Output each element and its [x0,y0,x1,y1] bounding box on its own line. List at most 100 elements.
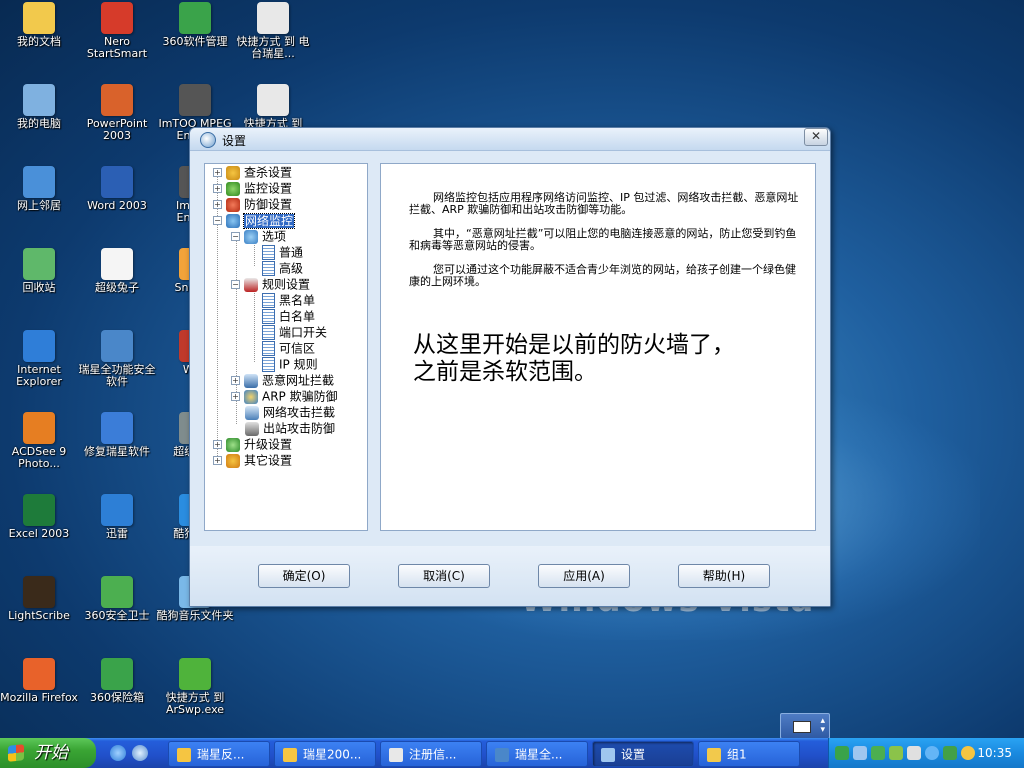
tray-360-icon[interactable] [835,746,849,760]
network-places-icon [23,166,55,198]
tree-item-outbound-attack[interactable]: 出站攻击防御 [245,420,335,436]
settings-icon [200,132,216,148]
ie-icon [23,330,55,362]
repair-rising-icon [101,412,133,444]
desktop-icon[interactable]: 我的文档 [0,2,78,48]
tray-safe-icon[interactable] [871,746,885,760]
dialog-titlebar[interactable]: 设置 ✕ [190,128,830,151]
desktop-icon[interactable]: LightScribe [0,576,78,622]
tray-ie-icon[interactable] [925,746,939,760]
taskbar-button[interactable]: 瑞星全... [486,741,588,767]
close-button[interactable]: ✕ [804,128,828,146]
tree-item-advanced[interactable]: 高级 [262,260,303,276]
thunder-icon [101,494,133,526]
taskbar-button[interactable]: 组1 [698,741,800,767]
collapse-icon[interactable]: − [231,232,240,241]
expand-icon[interactable]: + [231,376,240,385]
desktop-icon[interactable]: 瑞星全功能安全软件 [78,330,156,388]
expand-icon[interactable]: + [213,168,222,177]
language-bar[interactable]: ▴ ▾ [780,713,830,739]
document-icon [262,325,275,340]
tree-item-scan[interactable]: + 查杀设置 [213,164,292,180]
tree-item-network-monitor[interactable]: − 网络监控 [213,212,296,229]
collapse-icon[interactable]: − [231,280,240,289]
desktop-icon[interactable]: 修复瑞星软件 [78,412,156,458]
expand-icon[interactable]: + [213,184,222,193]
chevron-down-icon[interactable]: ▴ ▾ [820,717,825,735]
apply-button[interactable]: 应用(A) [538,564,630,588]
expand-icon[interactable]: + [231,392,240,401]
desktop-icon[interactable]: Mozilla Firefox [0,658,78,704]
tree-item-net-attack[interactable]: 网络攻击拦截 [245,404,335,420]
tray-rising-icon[interactable] [961,746,975,760]
taskbar-button[interactable]: 瑞星200... [274,741,376,767]
desktop-icon[interactable]: 网上邻居 [0,166,78,212]
desktop-icon[interactable]: 迅雷 [78,494,156,540]
show-desktop-icon[interactable] [132,745,148,761]
desktop-icon[interactable]: 360软件管理 [156,2,234,48]
ok-button[interactable]: 确定(O) [258,564,350,588]
desktop-icon[interactable]: Internet Explorer [0,330,78,388]
tree-item-options[interactable]: − 选项 [231,228,286,244]
tree-item-normal[interactable]: 普通 [262,244,303,260]
tree-item-arp-defense[interactable]: + ARP 欺骗防御 [231,388,338,404]
cancel-button[interactable]: 取消(C) [398,564,490,588]
desktop-icon-label: 回收站 [22,281,56,294]
desktop-icon[interactable]: Word 2003 [78,166,156,212]
taskbar: 开始 瑞星反... 瑞星200... 注册信... 瑞星全... 设置 组1 10:35 [0,738,1024,768]
desktop-icon[interactable]: Excel 2003 [0,494,78,540]
desktop-icon[interactable]: 回收站 [0,248,78,294]
desktop-icon[interactable]: 超级兔子 [78,248,156,294]
tree-item-other[interactable]: + 其它设置 [213,452,292,468]
keyboard-icon [793,721,811,733]
tree-item-upgrade[interactable]: + 升级设置 [213,436,292,452]
tray-network-icon[interactable] [853,746,867,760]
tray-umbrella-icon[interactable] [943,746,957,760]
system-tray: 10:35 [828,738,1024,768]
desktop-icon[interactable]: 快捷方式 到 电台瑞星... [234,2,312,60]
tree-item-defense[interactable]: + 防御设置 [213,196,292,212]
taskbar-button[interactable]: 瑞星反... [168,741,270,767]
collapse-icon[interactable]: − [213,216,222,225]
taskbar-button-label: 注册信... [409,747,457,762]
expand-icon[interactable]: + [213,456,222,465]
tree-item-blacklist[interactable]: 黑名单 [262,292,315,308]
gear-icon [244,229,258,244]
start-button[interactable]: 开始 [0,738,96,768]
tray-shield-icon[interactable] [889,746,903,760]
tree-item-port-switch[interactable]: 端口开关 [262,324,327,340]
expand-icon[interactable]: + [213,200,222,209]
360-safe-icon [101,576,133,608]
tree-item-malicious-url[interactable]: + 恶意网址拦截 [231,372,334,388]
desktop-icon[interactable]: 快捷方式 到 [234,84,312,130]
tree-item-ip-rules[interactable]: IP 规则 [262,356,318,372]
desktop-icon[interactable]: 我的电脑 [0,84,78,130]
desktop-icon[interactable]: 快捷方式 到 ArSwp.exe [156,658,234,716]
dialog-title: 设置 [222,134,247,148]
tree-item-trusted-zone[interactable]: 可信区 [262,340,315,356]
desktop-icon[interactable]: 360保险箱 [78,658,156,704]
excel-icon [23,494,55,526]
desktop-icon[interactable]: 360安全卫士 [78,576,156,622]
tray-printer-icon[interactable] [907,746,921,760]
arswp-icon [179,658,211,690]
shield-icon [226,197,240,212]
taskbar-button-label: 瑞星反... [197,747,245,762]
ie-quicklaunch-icon[interactable] [110,745,126,761]
document-icon [262,261,275,276]
desktop-icon-label: 酷狗音乐文件夹 [156,609,234,622]
tree-item-whitelist[interactable]: 白名单 [262,308,315,324]
tree-item-rules[interactable]: − 规则设置 [231,276,310,292]
help-button[interactable]: 帮助(H) [678,564,770,588]
desktop-icon[interactable]: Nero StartSmart [78,2,156,60]
word-icon [101,166,133,198]
desktop-icon-label: Internet Explorer [16,363,62,388]
my-computer-icon [23,84,55,116]
taskbar-button[interactable]: 注册信... [380,741,482,767]
taskbar-button[interactable]: 设置 [592,741,694,767]
taskbar-button-label: 组1 [727,747,747,762]
expand-icon[interactable]: + [213,440,222,449]
desktop-icon[interactable]: PowerPoint 2003 [78,84,156,142]
tree-item-monitor[interactable]: + 监控设置 [213,180,292,196]
desktop-icon[interactable]: ACDSee 9 Photo... [0,412,78,470]
